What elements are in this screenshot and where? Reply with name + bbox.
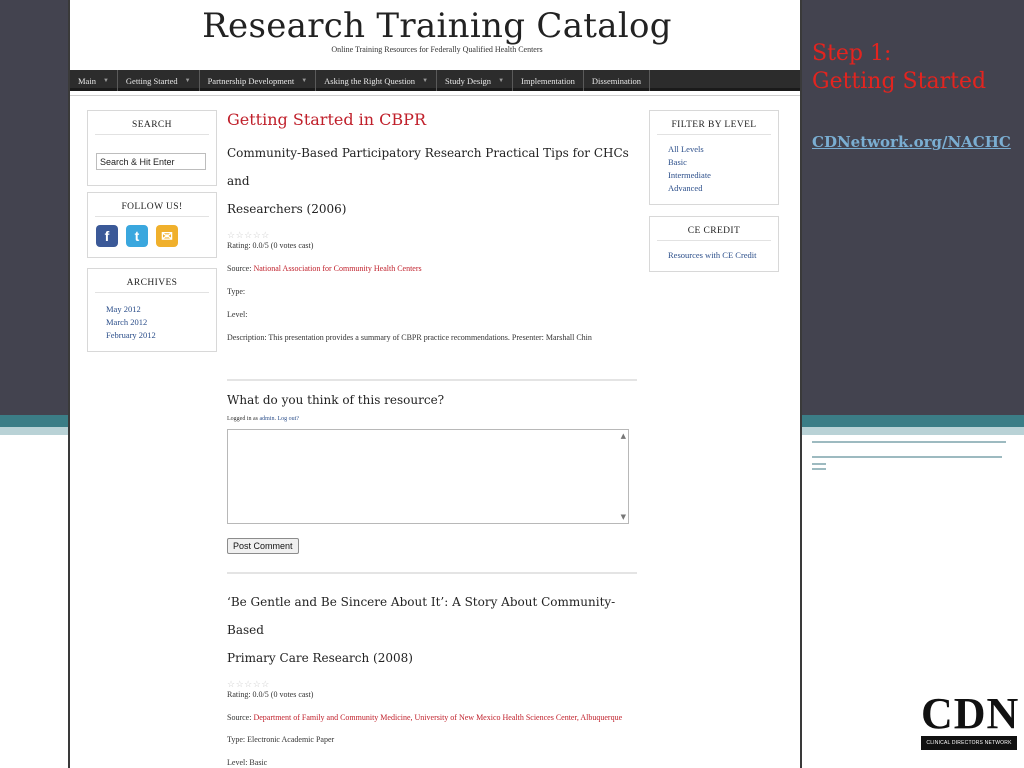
step-line: Getting Started (812, 69, 987, 94)
resource-title-line: Community-Based Participatory Research P… (227, 146, 629, 188)
resource-entry: ‘Be Gentle and Be Sincere About It’: A S… (227, 588, 639, 768)
type-line: Type: Electronic Academic Paper (227, 735, 335, 744)
nav-item-study-design[interactable]: Study Design ▼ (437, 70, 514, 91)
rating-text: Rating: 0.0/5 (0 votes cast) (227, 690, 314, 699)
widget-title: ARCHIVES (95, 269, 209, 293)
chevron-down-icon: ▼ (498, 77, 505, 84)
main-navigation: Main ▼ Getting Started ▼ Partnership Devel… (70, 70, 800, 91)
widget-title: CE CREDIT (657, 217, 771, 241)
archives-list: May 2012 March 2012 February 2012 (106, 303, 156, 342)
filter-link-intermediate[interactable]: Intermediate (668, 169, 711, 182)
nav-item-partnership-development[interactable]: Partnership Development ▼ (200, 70, 317, 91)
website-url-link[interactable]: CDNetwork.org/NACHC (812, 133, 1011, 151)
chevron-down-icon: ▼ (301, 77, 308, 84)
source-label: Source: (227, 713, 254, 722)
decorative-line (812, 468, 826, 470)
archive-link[interactable]: March 2012 (106, 316, 156, 329)
page-title[interactable]: Getting Started in CBPR (227, 110, 639, 129)
decorative-line (812, 441, 1006, 443)
resource-title-line: Primary Care Research (2008) (227, 651, 413, 665)
chevron-down-icon: ▼ (422, 77, 429, 84)
source-line: Source: National Association for Communi… (227, 264, 639, 274)
rating-stars[interactable]: ☆☆☆☆☆ (227, 680, 639, 690)
divider (70, 95, 800, 96)
divider (227, 572, 637, 574)
chevron-down-icon: ▼ (184, 77, 191, 84)
nav-label: Dissemination (591, 75, 641, 86)
ce-credit-link[interactable]: Resources with CE Credit (668, 249, 757, 262)
nav-item-asking-the-right-question[interactable]: Asking the Right Question ▼ (316, 70, 438, 91)
nav-label: Partnership Development (207, 75, 295, 86)
ce-credit-widget: CE CREDIT Resources with CE Credit (649, 216, 779, 272)
level-line: Level: (227, 310, 248, 319)
resource-title-line: ‘Be Gentle and Be Sincere About It’: A S… (227, 595, 616, 637)
site-subtitle: Online Training Resources for Federally … (331, 45, 543, 54)
nav-item-implementation[interactable]: Implementation (513, 70, 584, 91)
search-input[interactable] (96, 153, 206, 170)
email-icon[interactable]: ✉ (156, 225, 178, 247)
scroll-down-icon[interactable]: ▼ (621, 513, 626, 521)
nav-item-getting-started[interactable]: Getting Started ▼ (118, 70, 200, 91)
nav-label: Main (78, 75, 96, 86)
filter-link-advanced[interactable]: Advanced (668, 182, 711, 195)
decorative-line (812, 463, 826, 465)
divider (227, 379, 637, 381)
type-line: Type: (227, 287, 246, 296)
filter-list: All Levels Basic Intermediate Advanced (668, 143, 711, 195)
nav-label: Study Design (445, 75, 492, 86)
cdn-logo: CDN CLINICAL DIRECTORS NETWORK (921, 689, 1020, 750)
widget-title: FILTER BY LEVEL (657, 111, 771, 135)
logged-in-prefix: Logged in as (227, 416, 260, 422)
rating-stars[interactable]: ☆☆☆☆☆ (227, 231, 639, 241)
step-heading: Step 1: Getting Started (812, 40, 986, 96)
main-content: Getting Started in CBPR Community-Based … (227, 110, 639, 768)
archives-widget: ARCHIVES May 2012 March 2012 February 20… (87, 268, 217, 352)
widget-title: FOLLOW US! (95, 193, 209, 217)
rating-text: Rating: 0.0/5 (0 votes cast) (227, 241, 314, 250)
facebook-icon[interactable]: f (96, 225, 118, 247)
post-comment-button[interactable]: Post Comment (227, 538, 299, 554)
archive-link[interactable]: May 2012 (106, 303, 156, 316)
comment-textarea[interactable]: ▲ ▼ (227, 429, 629, 524)
filter-link-all-levels[interactable]: All Levels (668, 143, 711, 156)
resource-title-line: Researchers (2006) (227, 202, 347, 216)
widget-title: SEARCH (95, 111, 209, 135)
decorative-line (812, 456, 1002, 458)
nav-item-dissemination[interactable]: Dissemination (584, 70, 650, 91)
logo-subtitle: CLINICAL DIRECTORS NETWORK (921, 736, 1017, 750)
nav-item-main[interactable]: Main ▼ (70, 70, 118, 91)
step-line: Step 1: (812, 41, 892, 66)
scroll-up-icon[interactable]: ▲ (621, 432, 626, 440)
search-widget: SEARCH (87, 110, 217, 186)
resource-title[interactable]: Community-Based Participatory Research P… (227, 139, 639, 223)
user-link[interactable]: admin (260, 416, 275, 422)
logo-text: CDN (921, 689, 1020, 738)
website-screenshot: Research Training Catalog Online Trainin… (68, 0, 802, 768)
filter-widget: FILTER BY LEVEL All Levels Basic Interme… (649, 110, 779, 205)
nav-label: Implementation (521, 75, 575, 86)
chevron-down-icon: ▼ (102, 77, 109, 84)
source-line: Source: Department of Family and Communi… (227, 713, 639, 723)
comment-heading: What do you think of this resource? (227, 393, 445, 407)
source-label: Source: (227, 264, 254, 273)
description-line: Description: This presentation provides … (227, 333, 592, 342)
ce-list: Resources with CE Credit (668, 249, 757, 262)
archive-link[interactable]: February 2012 (106, 329, 156, 342)
nav-label: Getting Started (125, 75, 178, 86)
filter-link-basic[interactable]: Basic (668, 156, 711, 169)
level-line: Level: Basic (227, 758, 268, 767)
resource-entry: Community-Based Participatory Research P… (227, 139, 639, 343)
logout-link[interactable]: Log out? (278, 416, 300, 422)
resource-title[interactable]: ‘Be Gentle and Be Sincere About It’: A S… (227, 588, 639, 672)
logged-in-text: Logged in as admin. Log out? (227, 416, 300, 422)
follow-widget: FOLLOW US! f t ✉ (87, 192, 217, 258)
nav-label: Asking the Right Question (324, 75, 416, 86)
source-link[interactable]: National Association for Community Healt… (253, 264, 421, 273)
site-title[interactable]: Research Training Catalog (70, 6, 800, 46)
twitter-icon[interactable]: t (126, 225, 148, 247)
source-link[interactable]: Department of Family and Community Medic… (253, 713, 622, 722)
